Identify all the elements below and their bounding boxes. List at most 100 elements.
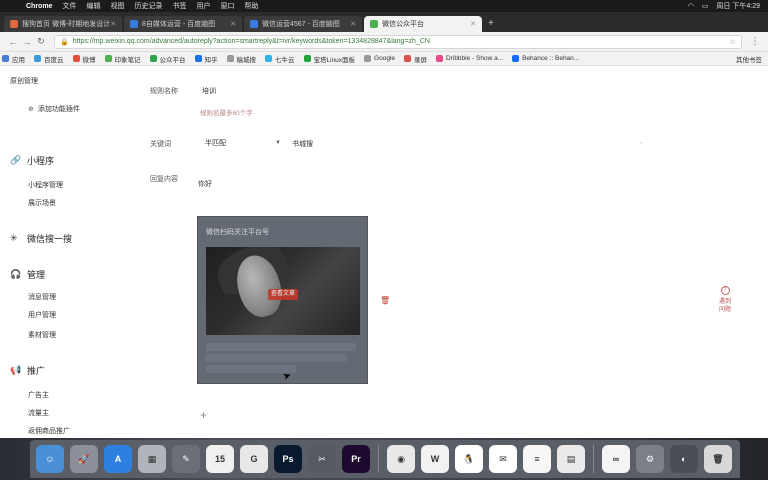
baidu-netdisk-icon[interactable]: ∞ [602, 445, 630, 473]
browser-window: 搜狗首页 微博-时期地发设计 ✕ 8自媒体运营 - 百度脑图 ✕ 微信运营456… [0, 12, 768, 438]
close-icon[interactable]: ✕ [230, 20, 236, 28]
notes-icon[interactable]: ≡ [523, 445, 551, 473]
menu-window[interactable]: 窗口 [220, 1, 234, 11]
system-prefs-icon[interactable]: ⚙ [636, 445, 664, 473]
article-card-title: 微信扫码关注平台号 [206, 229, 269, 236]
photos-icon[interactable]: ▦ [138, 445, 166, 473]
close-icon[interactable]: ✕ [110, 20, 116, 28]
calendar-icon[interactable]: 15 [206, 445, 234, 473]
match-mode-select[interactable]: 半匹配 ▼ [205, 138, 281, 148]
bookmark-item[interactable]: 印象笔记 [104, 54, 141, 64]
wechat-icon[interactable]: ✉ [489, 445, 517, 473]
bookmark-item[interactable]: Google [364, 55, 395, 62]
keyword-remove-icon[interactable]: - [640, 140, 642, 147]
sidebar-item-messages[interactable]: 消息管理 [28, 292, 56, 302]
clock[interactable]: 周日 下午4:29 [716, 1, 760, 11]
bookmark-label: Google [374, 55, 396, 62]
bookmark-other[interactable]: 其他书签 [736, 54, 762, 64]
delete-icon[interactable]: 🗑 [380, 296, 390, 305]
video-icon[interactable]: ✂ [308, 445, 336, 473]
sidebar-item-miniprogram-manage[interactable]: 小程序管理 [28, 180, 63, 190]
question-icon: ? [720, 286, 730, 295]
battery-icon[interactable]: ▭ [702, 2, 709, 10]
menu-file[interactable]: 文件 [62, 1, 76, 11]
section-title: 推广 [27, 366, 46, 376]
dock-separator [593, 445, 594, 473]
rule-name-input[interactable]: 培训 [202, 86, 216, 96]
sidebar-section-manage: 🎧 管理 [10, 268, 45, 281]
sidebar-item-materials[interactable]: 素材管理 [28, 330, 56, 340]
reload-icon[interactable]: ↻ [34, 36, 48, 47]
app-store-icon[interactable]: A [104, 445, 132, 473]
files-icon[interactable]: ▤ [557, 445, 585, 473]
sidebar-section-search[interactable]: ✳ 微信搜一搜 [10, 232, 72, 245]
bookmark-favicon-icon [436, 55, 444, 62]
downloads-icon[interactable]: ◐ [670, 445, 698, 473]
menu-edit[interactable]: 编辑 [86, 1, 100, 11]
bookmark-favicon-icon [404, 55, 412, 62]
swirl-icon[interactable]: G [240, 445, 268, 473]
bookmark-item[interactable]: 七牛云 [265, 54, 295, 64]
finder-icon[interactable]: ☺ [36, 445, 64, 473]
sidebar-item-publisher[interactable]: 流量主 [28, 408, 49, 418]
address-bar[interactable]: 🔒 https://mp.weixin.qq.com/advanced/auto… [54, 34, 742, 49]
bookmark-item[interactable]: 微博 [72, 54, 96, 64]
tab-mindmap-1[interactable]: 8自媒体运营 - 百度脑图 ✕ [124, 16, 242, 32]
tools-icon[interactable]: ✎ [172, 445, 200, 473]
sidebar-item-original[interactable]: 原创管理 [10, 76, 38, 86]
launchpad-icon[interactable]: 🚀 [70, 445, 98, 473]
new-tab-button[interactable]: + [488, 16, 494, 32]
tab-wechat-mp[interactable]: 微信公众平台 ✕ [364, 16, 482, 32]
premiere-icon[interactable]: Pr [342, 445, 370, 473]
chrome-icon[interactable]: ◉ [387, 445, 415, 473]
menu-history[interactable]: 历史记录 [134, 1, 162, 11]
menu-view[interactable]: 视图 [110, 1, 124, 11]
view-article-button[interactable]: 查看文章 [268, 289, 298, 300]
photoshop-icon[interactable]: Ps [274, 445, 302, 473]
tab-mindmap-2[interactable]: 微信运营4567 - 百度脑图 ✕ [244, 16, 362, 32]
bookmark-label: Behance :: Behan... [522, 55, 580, 62]
close-icon[interactable]: ✕ [350, 20, 356, 28]
menu-dots-icon[interactable]: ⋮ [748, 36, 762, 47]
bookmark-favicon-icon [104, 55, 112, 62]
reply-text[interactable]: 你好 [198, 179, 212, 189]
forward-arrow-icon[interactable]: → [20, 37, 34, 47]
sidebar-item-rebate[interactable]: 返佣商品推广 [28, 426, 70, 436]
qq-icon[interactable]: 🐧 [455, 445, 483, 473]
bookmark-item[interactable]: 百度云 [34, 54, 64, 64]
sidebar-item-users[interactable]: 用户管理 [28, 310, 56, 320]
wechat-mp-page: 原创管理 ⊕ 添加功能插件 🔗 小程序 小程序管理 展示场景 ✳ 微信搜一搜 🎧… [0, 66, 768, 438]
bookmark-item[interactable]: Dribbble - Show a... [436, 55, 503, 62]
bookmark-label: 百度云 [44, 56, 64, 64]
sidebar-item-advertiser[interactable]: 广告主 [28, 390, 49, 400]
menu-help[interactable]: 帮助 [244, 1, 258, 11]
menu-people[interactable]: 用户 [196, 1, 210, 11]
back-arrow-icon[interactable]: ← [6, 37, 20, 47]
bookmark-favicon-icon [149, 55, 157, 62]
menu-app-name[interactable]: Chrome [26, 3, 52, 10]
bookmark-item[interactable]: 稿城搜 [226, 54, 256, 64]
wps-icon[interactable]: W [421, 445, 449, 473]
sidebar-add-plugin[interactable]: ⊕ 添加功能插件 [28, 104, 80, 114]
close-icon[interactable]: ✕ [470, 20, 476, 28]
feedback-widget[interactable]: ? 遇到问题 [718, 286, 732, 314]
bookmark-label: 录屏 [414, 56, 428, 64]
bookmark-item[interactable]: 录屏 [404, 54, 427, 64]
star-icon[interactable]: ☆ [730, 38, 736, 46]
sidebar-item-display-scene[interactable]: 展示场景 [28, 198, 56, 208]
bookmark-item[interactable]: 知乎 [194, 54, 218, 64]
bookmark-item[interactable]: 应用 [2, 54, 25, 64]
bookmark-item[interactable]: 宝塔Linux面板 [303, 54, 355, 64]
keyword-input[interactable]: 书城搜 [292, 139, 313, 149]
trash-icon[interactable]: 🗑 [704, 445, 732, 473]
bookmark-favicon-icon [194, 55, 202, 62]
wifi-icon[interactable]: ◠ [688, 2, 694, 10]
bookmark-label: 知乎 [204, 56, 218, 64]
add-reply-button[interactable]: + [200, 408, 207, 422]
match-mode-value: 半匹配 [205, 140, 226, 147]
article-card[interactable]: 微信扫码关注平台号 查看文章 [197, 216, 368, 384]
tab-sogou[interactable]: 搜狗首页 微博-时期地发设计 ✕ [4, 16, 122, 32]
bookmark-item[interactable]: Behance :: Behan... [512, 55, 579, 62]
bookmark-item[interactable]: 公众平台 [149, 54, 186, 64]
menu-bookmarks[interactable]: 书签 [172, 1, 186, 11]
